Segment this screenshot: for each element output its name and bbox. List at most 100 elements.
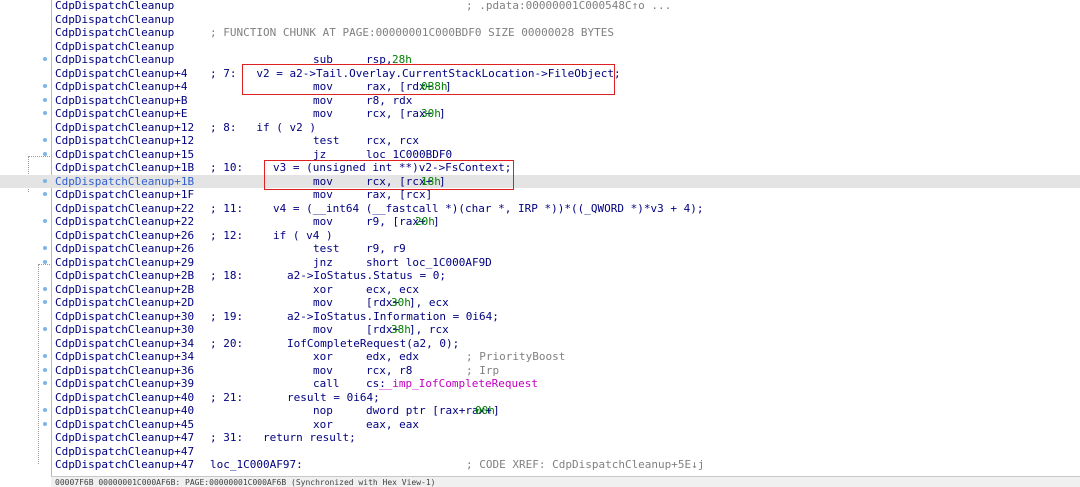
- breakpoint-dot-icon[interactable]: [43, 381, 47, 385]
- listing-line[interactable]: CdpDispatchCleanup+36 mov rcx, r8 ; Irp: [0, 364, 1080, 378]
- listing-line[interactable]: CdpDispatchCleanup: [0, 13, 1080, 27]
- listing-line[interactable]: CdpDispatchCleanup+34 ; 20: IofCompleteReq…: [0, 337, 1080, 351]
- listing-line[interactable]: CdpDispatchCleanup+47 loc_1C000AF97: ; COD…: [0, 458, 1080, 472]
- breakpoint-dot-icon[interactable]: [43, 192, 47, 196]
- listing-line[interactable]: CdpDispatchCleanup+39 call cs: __imp_IofCo…: [0, 377, 1080, 391]
- line-address[interactable]: CdpDispatchCleanup+12: [55, 134, 194, 148]
- comment-text: ; .pdata:00000001C000548C↑o ...: [466, 0, 672, 12]
- listing-line[interactable]: CdpDispatchCleanup+47: [0, 445, 1080, 459]
- line-address[interactable]: CdpDispatchCleanup+47: [55, 431, 194, 445]
- breakpoint-dot-icon[interactable]: [43, 246, 47, 250]
- pseudocode-annotation: if ( v4 ): [273, 228, 333, 242]
- listing-line[interactable]: CdpDispatchCleanup+45 xor eax, eax: [0, 418, 1080, 432]
- line-address[interactable]: CdpDispatchCleanup+1B: [55, 161, 194, 175]
- line-address[interactable]: CdpDispatchCleanup+4: [55, 67, 187, 81]
- listing-line[interactable]: CdpDispatchCleanup+12 test rcx, rcx: [0, 134, 1080, 148]
- line-address[interactable]: CdpDispatchCleanup+1F: [55, 188, 194, 202]
- listing-line[interactable]: CdpDispatchCleanup+34 xor edx, edx ; Prior…: [0, 350, 1080, 364]
- pseudocode-annotation: ; 8: if ( v2 ): [210, 120, 316, 134]
- listing-line[interactable]: CdpDispatchCleanup+26 test r9, r9: [0, 242, 1080, 256]
- listing-line[interactable]: CdpDispatchCleanup: [0, 40, 1080, 54]
- pseudocode-annotation: ; 31: return result;: [210, 431, 356, 444]
- listing-line[interactable]: CdpDispatchCleanup+22 ; 11: v4 = (__int64 …: [0, 202, 1080, 216]
- line-address[interactable]: CdpDispatchCleanup+2B: [55, 283, 194, 297]
- listing-line[interactable]: CdpDispatchCleanup+15 jz loc_1C000BDF0: [0, 148, 1080, 162]
- listing-line[interactable]: CdpDispatchCleanup ; FUNCTION CHUNK AT PA…: [0, 26, 1080, 40]
- listing-line[interactable]: CdpDispatchCleanup+26 ; 12: if ( v4 ): [0, 229, 1080, 243]
- status-bar: 00007F6B 00000001C000AF6B: PAGE:00000001…: [51, 476, 1080, 487]
- instruction-text: ], rcx: [409, 323, 449, 336]
- listing-line[interactable]: CdpDispatchCleanup+30 ; 19: a2->IoStatus.I…: [0, 310, 1080, 324]
- line-address[interactable]: CdpDispatchCleanup+34: [55, 337, 194, 351]
- breakpoint-dot-icon[interactable]: [43, 327, 47, 331]
- listing-line[interactable]: CdpDispatchCleanup+1B mov rcx, [rcx+ 18h]: [0, 174, 1080, 189]
- breakpoint-dot-icon[interactable]: [43, 421, 47, 426]
- line-address[interactable]: CdpDispatchCleanup: [55, 40, 174, 54]
- breakpoint-dot-icon[interactable]: [43, 408, 47, 412]
- line-address[interactable]: CdpDispatchCleanup+B: [55, 94, 187, 108]
- line-address[interactable]: CdpDispatchCleanup+30: [55, 323, 194, 337]
- line-address[interactable]: CdpDispatchCleanup: [55, 26, 174, 40]
- instruction-text: nop dword ptr [rax+rax+: [313, 404, 492, 417]
- line-address[interactable]: CdpDispatchCleanup+2B: [55, 269, 194, 283]
- listing-line[interactable]: CdpDispatchCleanup+2B ; 18: a2->IoStatus.S…: [0, 269, 1080, 283]
- line-address[interactable]: CdpDispatchCleanup+29: [55, 256, 194, 270]
- line-address[interactable]: CdpDispatchCleanup+E: [55, 107, 187, 121]
- listing-line[interactable]: CdpDispatchCleanup+1F mov rax, [rcx]: [0, 188, 1080, 202]
- line-address[interactable]: CdpDispatchCleanup+1B: [55, 175, 194, 189]
- line-address[interactable]: CdpDispatchCleanup+47: [55, 458, 194, 472]
- line-address[interactable]: CdpDispatchCleanup+36: [55, 364, 194, 378]
- line-address[interactable]: CdpDispatchCleanup+26: [55, 229, 194, 243]
- listing-line[interactable]: CdpDispatchCleanup+30 mov [rdx+ 38h], rcx: [0, 323, 1080, 337]
- disassembly-listing[interactable]: CdpDispatchCleanup ; .pdata:00000001C0005…: [0, 0, 1080, 476]
- line-address[interactable]: CdpDispatchCleanup+47: [55, 445, 194, 459]
- line-address[interactable]: CdpDispatchCleanup+12: [55, 121, 194, 135]
- line-address[interactable]: CdpDispatchCleanup+15: [55, 148, 194, 162]
- breakpoint-dot-icon[interactable]: [43, 151, 47, 156]
- listing-line[interactable]: CdpDispatchCleanup+47 ; 31: return result…: [0, 431, 1080, 445]
- breakpoint-dot-icon[interactable]: [43, 111, 47, 115]
- breakpoint-dot-icon[interactable]: [43, 178, 47, 183]
- listing-line[interactable]: CdpDispatchCleanup+40 nop dword ptr [rax+…: [0, 404, 1080, 418]
- pseudocode-annotation: ; 20:: [210, 336, 244, 350]
- line-address[interactable]: CdpDispatchCleanup+4: [55, 80, 187, 94]
- line-address[interactable]: CdpDispatchCleanup: [55, 0, 174, 13]
- line-address[interactable]: CdpDispatchCleanup+30: [55, 310, 194, 324]
- breakpoint-dot-icon[interactable]: [43, 84, 47, 88]
- line-address[interactable]: CdpDispatchCleanup: [55, 13, 174, 27]
- listing-line[interactable]: CdpDispatchCleanup+B mov r8, rdx: [0, 94, 1080, 108]
- listing-line[interactable]: CdpDispatchCleanup+40 ; 21: result = 0i64;: [0, 391, 1080, 405]
- breakpoint-dot-icon[interactable]: [43, 138, 47, 142]
- breakpoint-dot-icon[interactable]: [43, 219, 47, 223]
- breakpoint-dot-icon[interactable]: [43, 57, 47, 61]
- listing-line[interactable]: CdpDispatchCleanup+1B; 10: v3 = (unsigned…: [0, 161, 1080, 175]
- line-address[interactable]: CdpDispatchCleanup+26: [55, 242, 194, 256]
- listing-line[interactable]: CdpDispatchCleanup+2B xor ecx, ecx: [0, 283, 1080, 297]
- breakpoint-dot-icon[interactable]: [43, 97, 47, 102]
- breakpoint-dot-icon[interactable]: [43, 259, 47, 264]
- line-address[interactable]: CdpDispatchCleanup+34: [55, 350, 194, 364]
- line-address[interactable]: CdpDispatchCleanup+2D: [55, 296, 194, 310]
- listing-line[interactable]: CdpDispatchCleanup+29 jnz short loc_1C000…: [0, 256, 1080, 270]
- listing-line[interactable]: CdpDispatchCleanup ; .pdata:00000001C0005…: [0, 0, 1080, 13]
- listing-line[interactable]: CdpDispatchCleanup+2D mov [rdx+ 30h], ecx: [0, 296, 1080, 310]
- line-address[interactable]: CdpDispatchCleanup+40: [55, 391, 194, 405]
- line-address[interactable]: CdpDispatchCleanup+22: [55, 202, 194, 216]
- line-address[interactable]: CdpDispatchCleanup: [55, 53, 174, 67]
- listing-line[interactable]: CdpDispatchCleanup+E mov rcx, [rax+ 30h]: [0, 107, 1080, 121]
- comment-text: ; FUNCTION CHUNK AT PAGE:00000001C000BDF…: [210, 26, 614, 39]
- listing-line[interactable]: CdpDispatchCleanup+12 ; 8: if ( v2 ): [0, 121, 1080, 135]
- breakpoint-dot-icon[interactable]: [43, 286, 47, 291]
- breakpoint-dot-icon[interactable]: [43, 300, 47, 304]
- line-address[interactable]: CdpDispatchCleanup+45: [55, 418, 194, 432]
- line-address[interactable]: CdpDispatchCleanup+22: [55, 215, 194, 229]
- line-address[interactable]: CdpDispatchCleanup+39: [55, 377, 194, 391]
- instruction-text: ], ecx: [409, 296, 449, 309]
- immediate-value: 30h: [391, 296, 411, 309]
- instruction-text: jnz short loc_1C000AF9D: [313, 255, 492, 269]
- line-address[interactable]: CdpDispatchCleanup+40: [55, 404, 194, 418]
- breakpoint-dot-icon[interactable]: [43, 367, 47, 372]
- breakpoint-dot-icon[interactable]: [43, 354, 47, 358]
- import-symbol[interactable]: __imp_IofCompleteRequest: [379, 377, 538, 391]
- listing-line[interactable]: CdpDispatchCleanup+22 mov r9, [rax+ 20h]: [0, 215, 1080, 229]
